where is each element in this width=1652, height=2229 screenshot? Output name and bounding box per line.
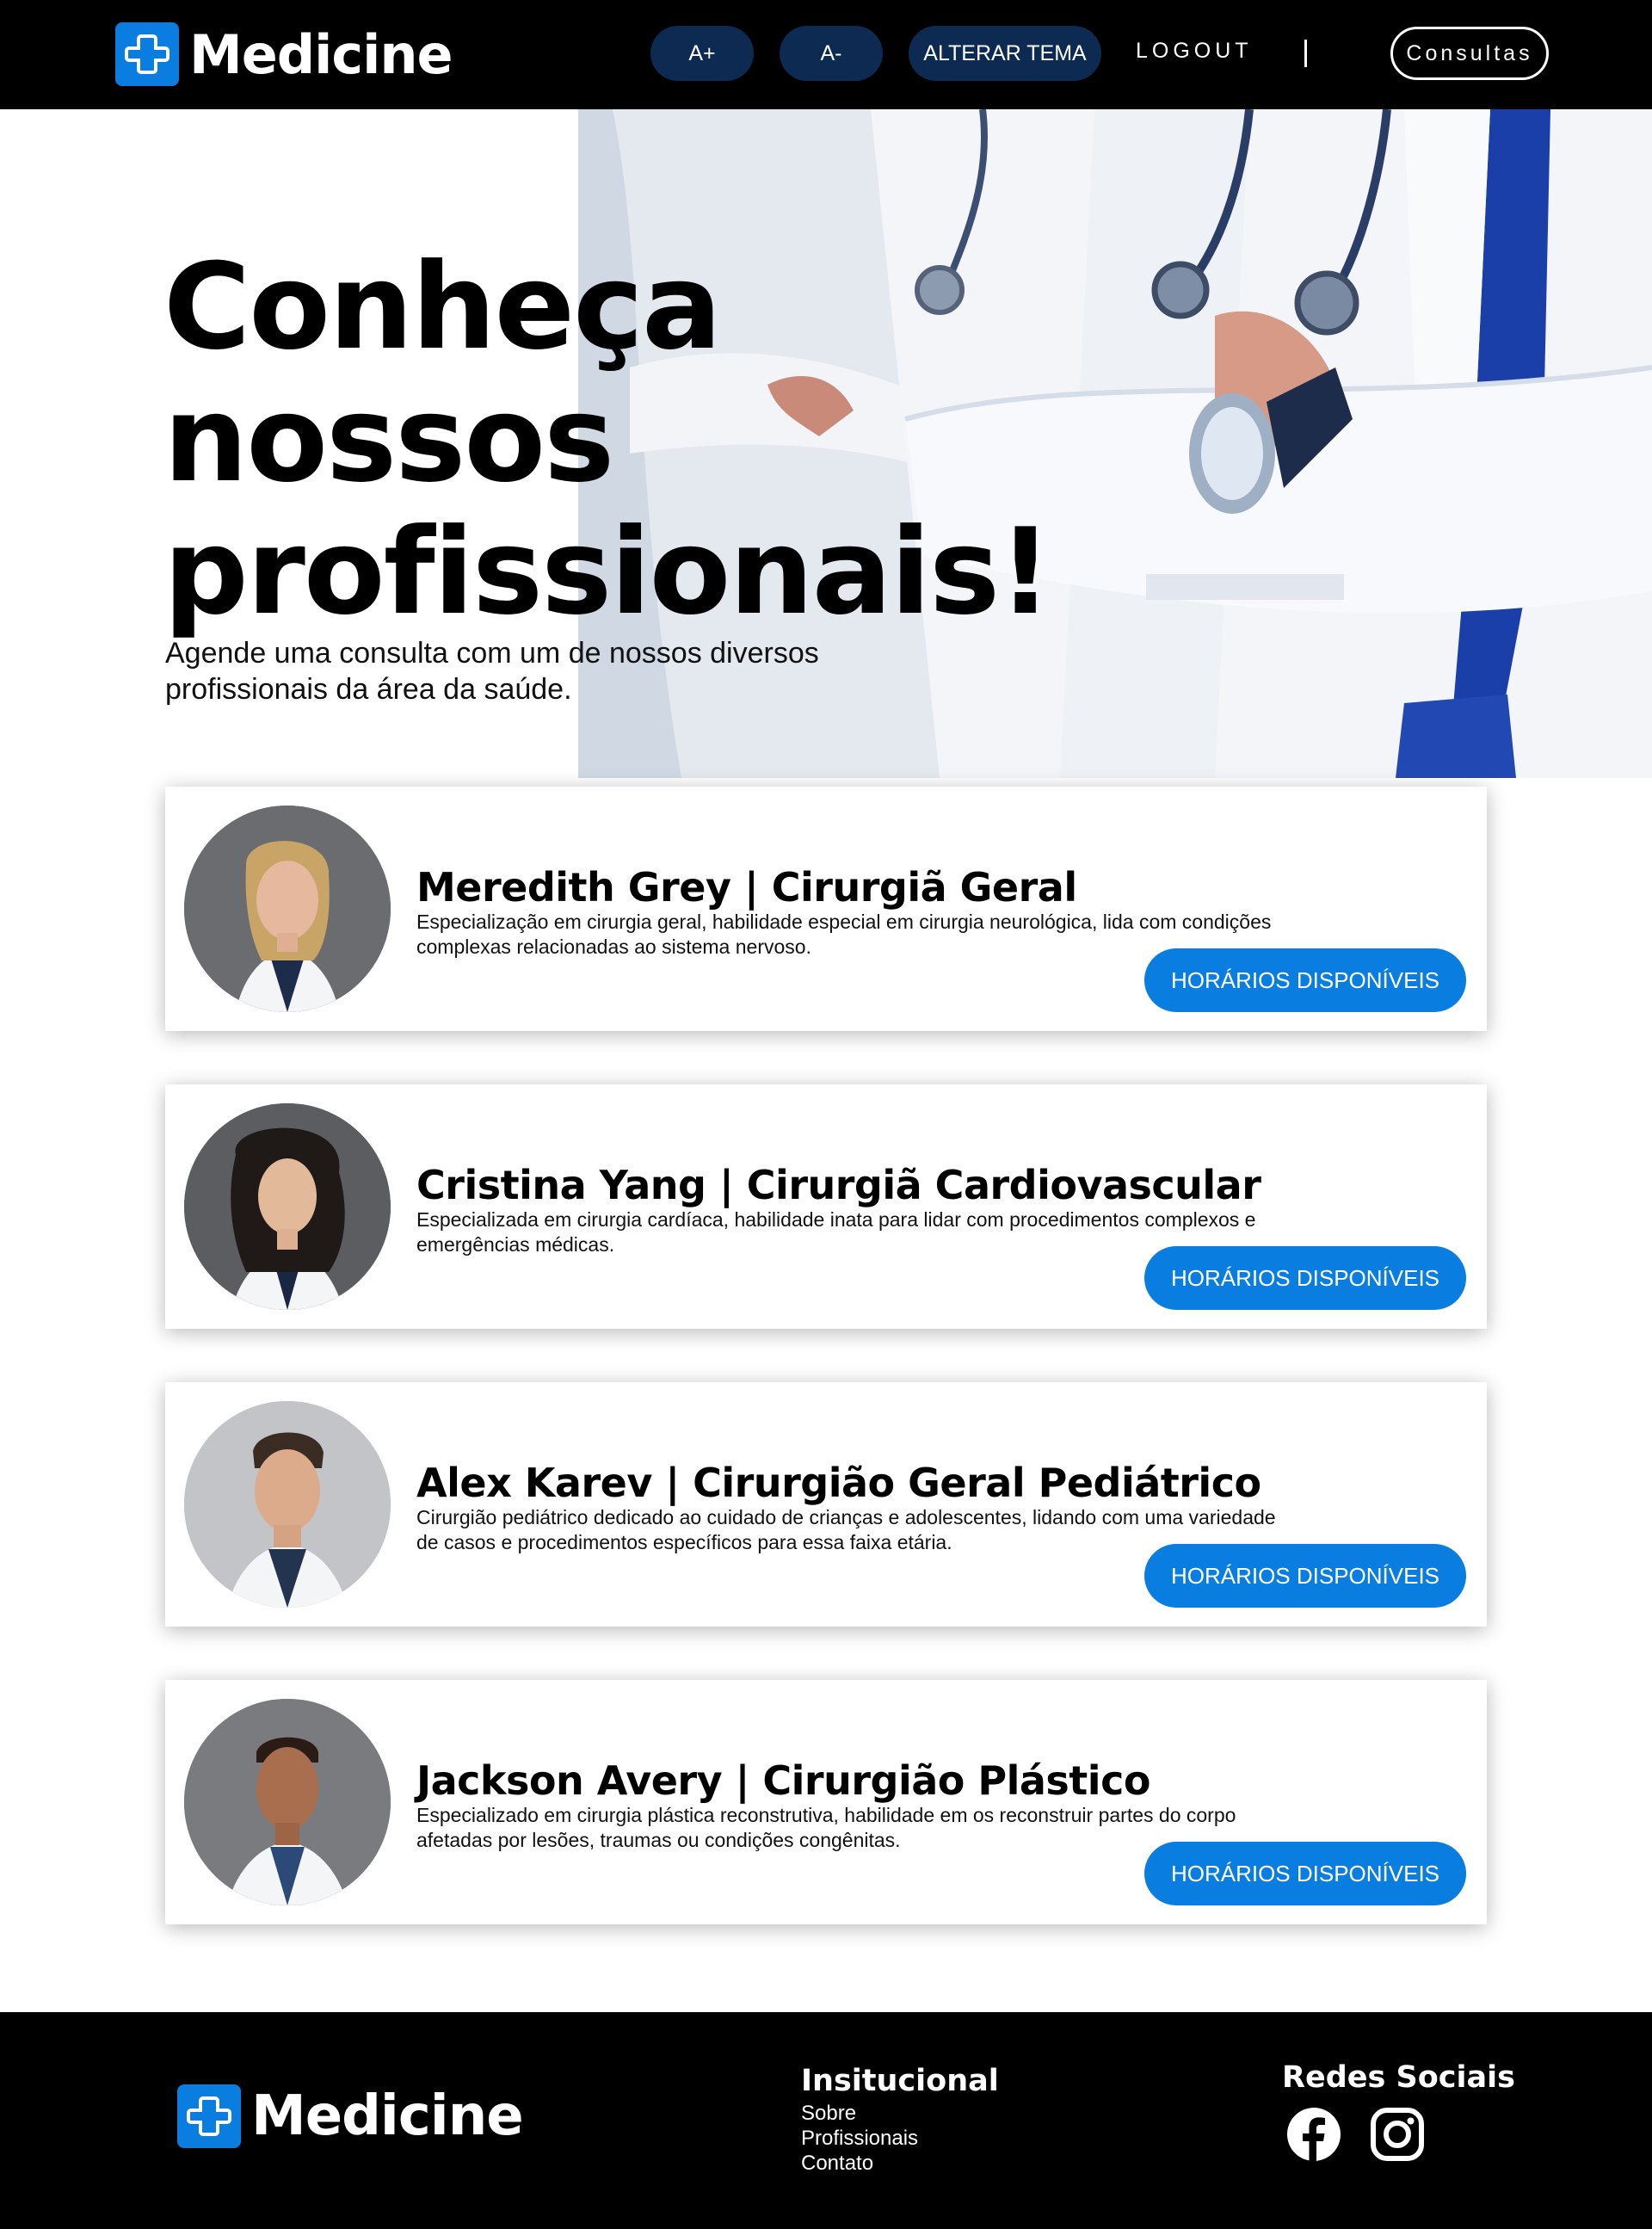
facebook-icon[interactable]	[1286, 2107, 1341, 2162]
available-times-button[interactable]: HORÁRIOS DISPONÍVEIS	[1144, 1246, 1466, 1310]
brand-logo[interactable]: Medicine	[115, 22, 453, 86]
available-times-button[interactable]: HORÁRIOS DISPONÍVEIS	[1144, 1842, 1466, 1905]
doctor-card: Meredith Grey | Cirurgiã Geral Especiali…	[165, 787, 1487, 1031]
doctor-photo	[184, 1699, 391, 1905]
doctor-name-specialty: Alex Karev | Cirurgião Geral Pediátrico	[416, 1460, 1261, 1506]
toggle-theme-button[interactable]: ALTERAR TEMA	[909, 26, 1101, 81]
instagram-icon[interactable]	[1370, 2107, 1425, 2162]
footer-institutional-title: Insitucional	[801, 2064, 999, 2098]
top-navbar: Medicine A+ A- ALTERAR TEMA LOGOUT Consu…	[0, 0, 1652, 109]
nav-divider	[1304, 40, 1307, 67]
hero-title: Conheça nossos profissionais!	[163, 238, 1052, 639]
doctor-photo	[184, 1401, 391, 1608]
footer-link-contato[interactable]: Contato	[801, 2152, 873, 2176]
hero-subtitle: Agende uma consulta com um de nossos div…	[165, 637, 819, 706]
medical-cross-icon	[115, 22, 179, 86]
footer-brand-name: Medicine	[251, 2084, 524, 2148]
doctor-card: Jackson Avery | Cirurgião Plástico Espec…	[165, 1680, 1487, 1924]
footer: Medicine Insitucional Sobre Profissionai…	[0, 2012, 1652, 2229]
doctor-photo	[184, 806, 391, 1012]
footer-link-profissionais[interactable]: Profissionais	[801, 2127, 918, 2151]
doctor-description: Especializada em cirurgia cardíaca, habi…	[416, 1208, 1256, 1256]
footer-brand-logo[interactable]: Medicine	[177, 2084, 524, 2148]
footer-link-sobre[interactable]: Sobre	[801, 2102, 856, 2126]
logout-link[interactable]: LOGOUT	[1136, 39, 1253, 64]
doctor-description: Cirurgião pediátrico dedicado ao cuidado…	[416, 1506, 1276, 1553]
doctor-name-specialty: Cristina Yang | Cirurgiã Cardiovascular	[416, 1162, 1261, 1208]
doctor-card: Cristina Yang | Cirurgiã Cardiovascular …	[165, 1084, 1487, 1329]
consultas-button[interactable]: Consultas	[1390, 27, 1549, 80]
doctor-description: Especializado em cirurgia plástica recon…	[416, 1804, 1236, 1851]
doctor-description: Especialização em cirurgia geral, habili…	[416, 911, 1272, 958]
doctor-name-specialty: Jackson Avery | Cirurgião Plástico	[416, 1757, 1150, 1804]
doctor-photo	[184, 1103, 391, 1310]
footer-social-title: Redes Sociais	[1282, 2060, 1515, 2095]
available-times-button[interactable]: HORÁRIOS DISPONÍVEIS	[1144, 948, 1466, 1012]
available-times-button[interactable]: HORÁRIOS DISPONÍVEIS	[1144, 1544, 1466, 1608]
hero-title-line-1: Conheça	[163, 238, 722, 376]
doctor-name-specialty: Meredith Grey | Cirurgiã Geral	[416, 864, 1077, 911]
brand-name: Medicine	[189, 22, 453, 86]
medical-cross-icon	[177, 2084, 241, 2148]
hero-title-line-3: profissionais!	[163, 503, 1052, 641]
doctor-card: Alex Karev | Cirurgião Geral Pediátrico …	[165, 1382, 1487, 1627]
hero-title-line-2: nossos	[163, 370, 614, 509]
font-decrease-button[interactable]: A-	[780, 26, 883, 81]
font-increase-button[interactable]: A+	[650, 26, 754, 81]
